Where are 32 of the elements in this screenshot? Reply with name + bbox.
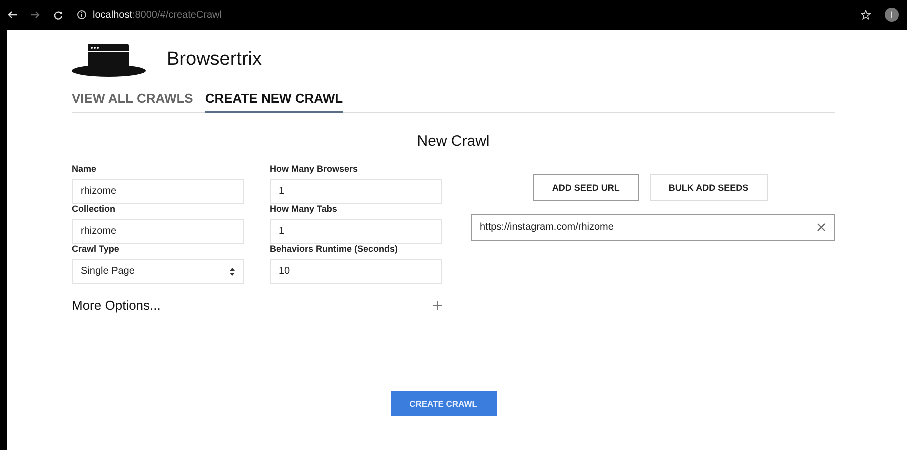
form-title: New Crawl — [416, 133, 491, 150]
field-label: How Many Tabs — [270, 204, 338, 216]
field-label: Collection — [72, 204, 117, 216]
select-field[interactable]: Single Page — [72, 259, 244, 284]
seed-button[interactable]: ADD SEED URL — [533, 174, 639, 201]
input-field[interactable]: 10 — [270, 259, 442, 284]
input-field[interactable]: rhizome — [72, 219, 244, 244]
input-field[interactable]: rhizome — [72, 179, 244, 204]
reload-icon[interactable] — [54, 10, 63, 20]
back-icon[interactable] — [8, 11, 17, 19]
field-label: How Many Browsers — [270, 164, 360, 176]
hat-logo-icon — [72, 43, 147, 77]
seed-button[interactable]: BULK ADD SEEDS — [650, 174, 768, 201]
nav-tab[interactable]: CREATE NEW CRAWL — [205, 85, 344, 113]
nav-tab[interactable]: VIEW ALL CRAWLS — [72, 85, 194, 113]
seed-url-field[interactable]: https://instagram.com/rhizome — [471, 214, 835, 241]
field-label: Crawl Type — [72, 244, 120, 256]
address-bar[interactable]: localhost:8000/#/createCrawl — [93, 10, 222, 20]
field-label: Name — [72, 164, 98, 176]
app-title: Browsertrix — [167, 49, 262, 71]
close-icon[interactable] — [817, 223, 826, 232]
profile-avatar[interactable]: I — [885, 8, 899, 22]
field-label: Behaviors Runtime (Seconds) — [270, 244, 400, 256]
input-field[interactable]: 1 — [270, 219, 442, 244]
input-field[interactable]: 1 — [270, 179, 442, 204]
plus-icon[interactable] — [433, 301, 442, 310]
star-icon[interactable] — [861, 10, 871, 20]
info-icon[interactable] — [77, 10, 87, 20]
forward-icon[interactable] — [31, 11, 40, 19]
updown-caret-icon — [230, 268, 235, 276]
more-options-toggle[interactable]: More Options... — [72, 298, 161, 313]
create-crawl-button[interactable]: CREATE CRAWL — [390, 391, 496, 416]
